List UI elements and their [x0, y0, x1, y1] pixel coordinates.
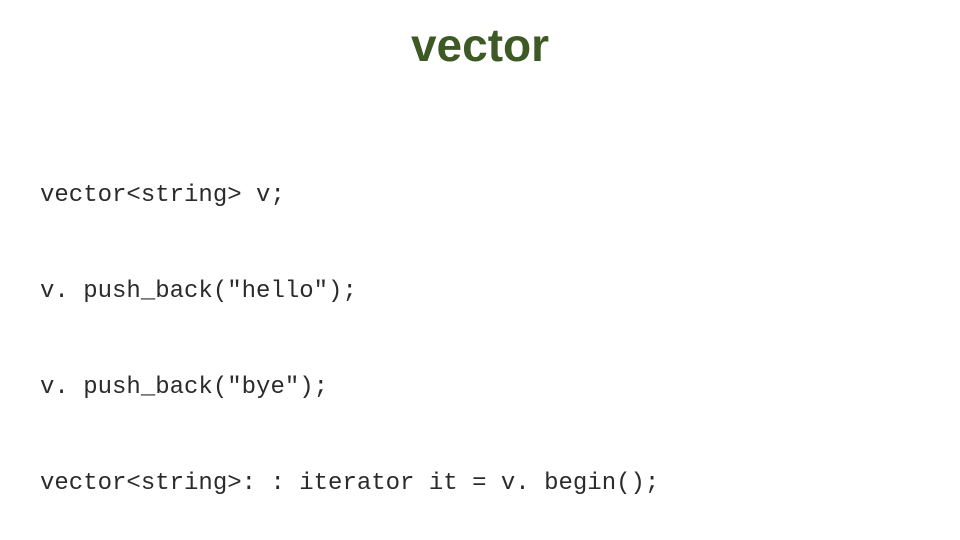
code-line-2: v. push_back("hello");	[40, 276, 659, 308]
code-line-4: vector<string>: : iterator it = v. begin…	[40, 468, 659, 500]
code-block: vector<string> v; v. push_back("hello");…	[40, 116, 659, 540]
code-line-1: vector<string> v;	[40, 180, 659, 212]
slide: vector vector<string> v; v. push_back("h…	[0, 0, 960, 540]
slide-title: vector	[0, 18, 960, 72]
code-line-3: v. push_back("bye");	[40, 372, 659, 404]
